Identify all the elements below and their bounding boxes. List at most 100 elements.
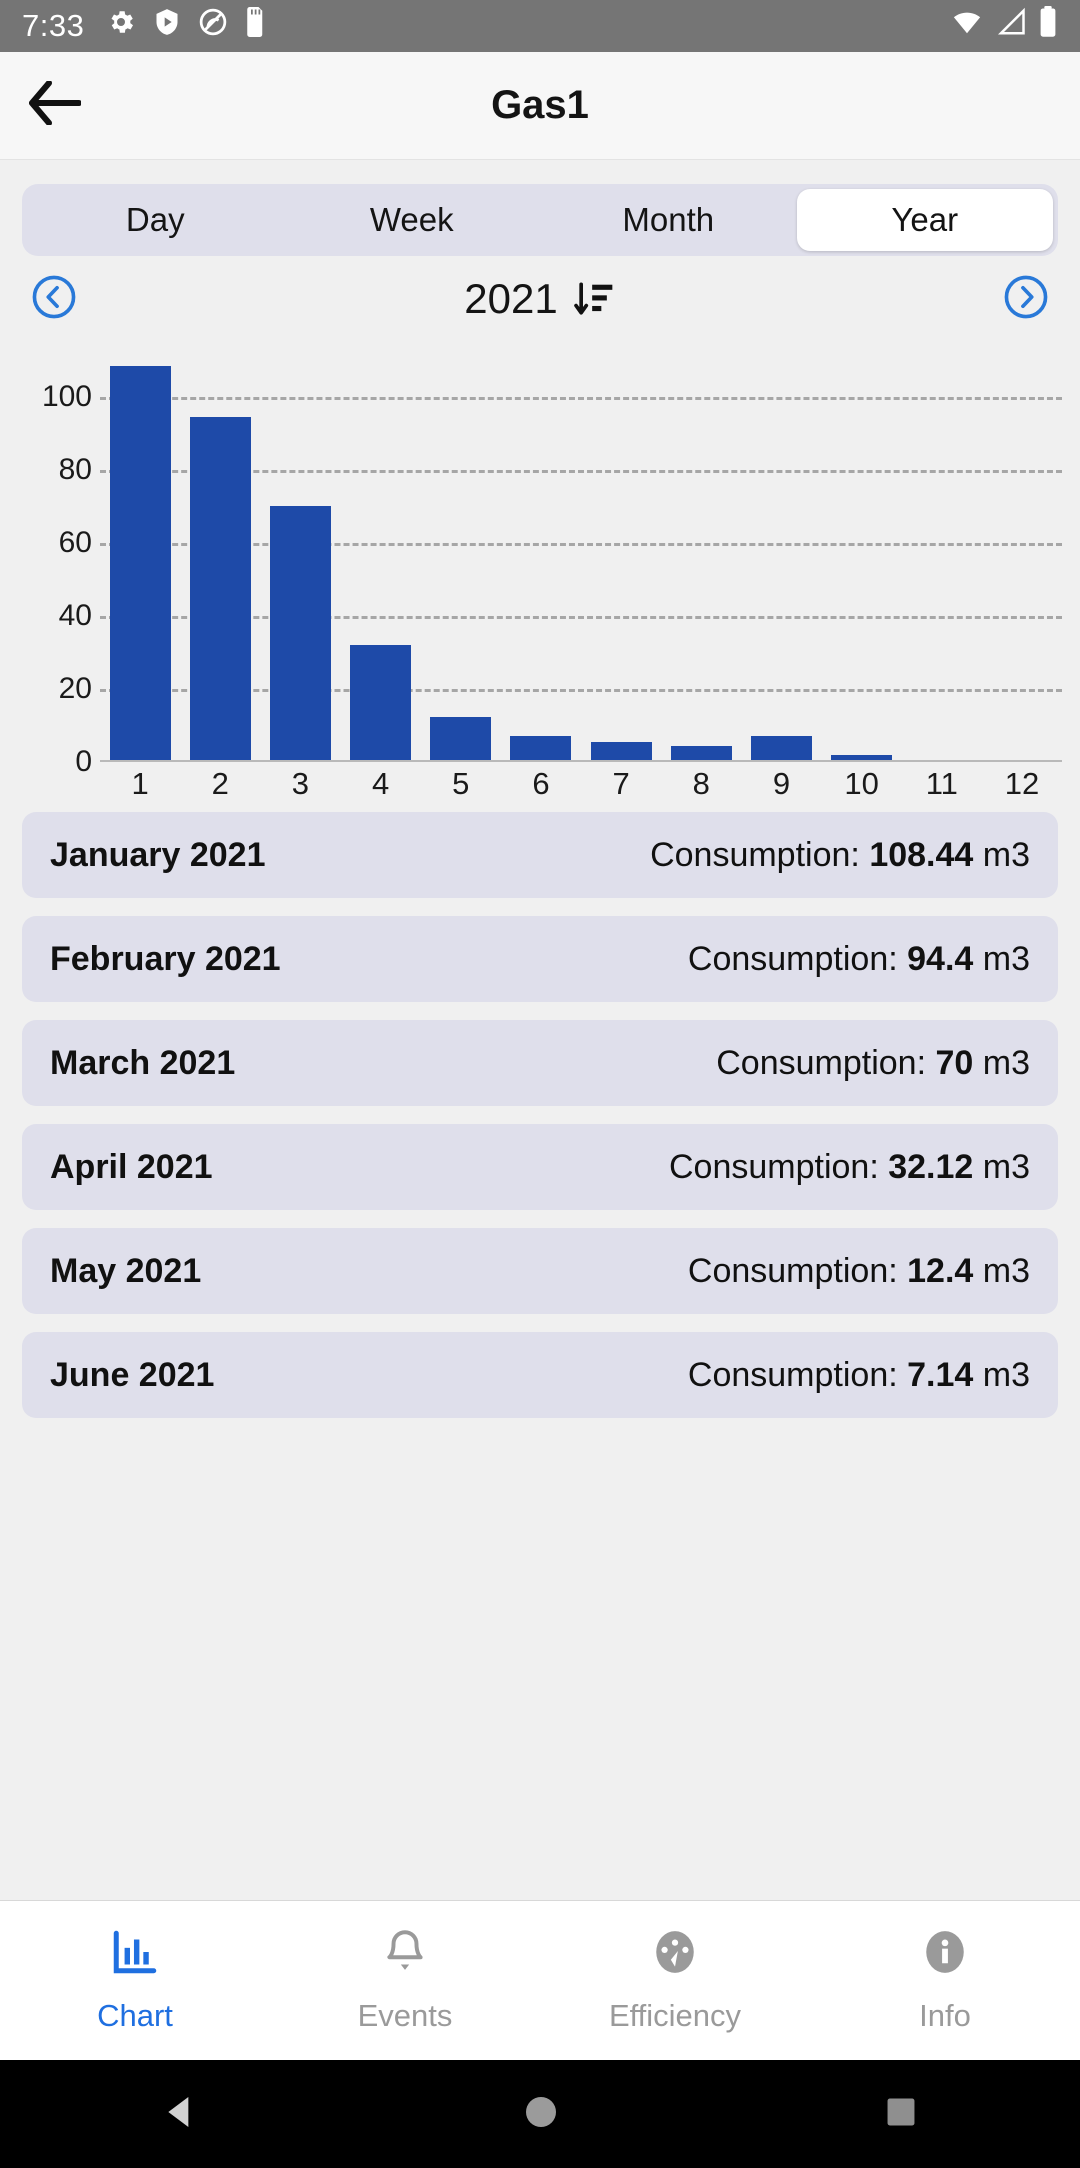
bar-chart-icon <box>110 1927 160 1982</box>
home-circle-icon[interactable] <box>521 2092 561 2137</box>
list-item[interactable]: February 2021 Consumption: 94.4 m3 <box>22 916 1058 1002</box>
y-axis-tick: 20 <box>58 671 92 705</box>
chart-bar-slot[interactable] <box>260 342 340 762</box>
list-item[interactable]: April 2021 Consumption: 32.12 m3 <box>22 1124 1058 1210</box>
tab-day[interactable]: Day <box>27 189 284 251</box>
nav-label-chart: Chart <box>97 1998 173 2033</box>
chart-bar[interactable] <box>590 741 652 762</box>
chart-y-axis: 0 20 40 60 80 100 <box>0 342 100 778</box>
gauge-icon <box>650 1927 700 1982</box>
recents-square-icon[interactable] <box>882 2093 920 2136</box>
status-bar: 7:33 <box>0 0 1080 52</box>
tab-month[interactable]: Month <box>540 189 797 251</box>
page-title: Gas1 <box>491 83 589 127</box>
x-axis-tick: 8 <box>692 766 710 801</box>
sort-descending-icon[interactable] <box>572 277 616 321</box>
chart-bar[interactable] <box>751 736 812 762</box>
list-item[interactable]: June 2021 Consumption: 7.14 m3 <box>22 1332 1058 1418</box>
status-bar-clock: 7:33 <box>22 8 85 43</box>
nav-label-info: Info <box>919 1998 971 2033</box>
back-arrow-icon <box>29 80 82 130</box>
x-axis-tick: 12 <box>1004 766 1040 801</box>
android-system-navigation <box>0 2060 1080 2168</box>
chart-bar[interactable] <box>109 365 171 762</box>
nav-item-events[interactable]: Events <box>270 1927 540 2034</box>
list-item-month: May 2021 <box>50 1251 202 1290</box>
period-selector-wrap: Day Week Month Year <box>0 160 1080 256</box>
chart-bar[interactable] <box>350 644 412 762</box>
app-bar: Gas1 <box>0 52 1080 160</box>
chart-bar-slot[interactable] <box>100 342 180 762</box>
back-button[interactable] <box>0 80 110 130</box>
list-item-consumption: Consumption: 108.44 m3 <box>650 835 1030 874</box>
main-content: Day Week Month Year 2021 0 20 40 60 80 1… <box>0 160 1080 1900</box>
chart-plot-area <box>100 342 1062 762</box>
chart-bar-slot[interactable] <box>341 342 421 762</box>
list-item-consumption: Consumption: 7.14 m3 <box>687 1355 1030 1394</box>
tab-year[interactable]: Year <box>796 189 1053 251</box>
y-axis-tick: 60 <box>58 525 92 559</box>
list-item-month: March 2021 <box>50 1043 236 1082</box>
info-icon <box>920 1927 970 1982</box>
list-item-month: June 2021 <box>50 1355 215 1394</box>
chart-bar-slot[interactable] <box>822 342 902 762</box>
next-year-button[interactable] <box>1002 275 1050 323</box>
list-item[interactable]: May 2021 Consumption: 12.4 m3 <box>22 1228 1058 1314</box>
nav-item-info[interactable]: Info <box>810 1927 1080 2034</box>
list-item-consumption: Consumption: 12.4 m3 <box>687 1251 1030 1290</box>
chart-bar[interactable] <box>189 417 251 762</box>
x-axis-tick: 7 <box>612 766 630 801</box>
chart-bar-slot[interactable] <box>741 342 821 762</box>
chart-x-axis: 1 2 3 4 5 6 7 8 9 10 11 12 <box>100 766 1062 802</box>
previous-year-button[interactable] <box>30 275 78 323</box>
chart-bar[interactable] <box>510 735 572 762</box>
x-axis-tick: 1 <box>131 766 149 801</box>
y-axis-tick: 100 <box>41 379 92 413</box>
back-triangle-icon[interactable] <box>160 2092 200 2137</box>
x-axis-tick: 3 <box>291 766 310 801</box>
chart-bar[interactable] <box>430 716 492 762</box>
x-axis-tick: 6 <box>532 766 550 801</box>
chart-bar-slot[interactable] <box>982 342 1062 762</box>
list-item-consumption: Consumption: 94.4 m3 <box>687 939 1030 978</box>
bottom-navigation: Chart Events Efficiency Info <box>0 1900 1080 2060</box>
list-item[interactable]: January 2021 Consumption: 108.44 m3 <box>22 812 1058 898</box>
chart-bar[interactable] <box>269 506 331 762</box>
year-value: 2021 <box>464 275 558 322</box>
chart-bar-slot[interactable] <box>501 342 581 762</box>
tab-week[interactable]: Week <box>284 189 541 251</box>
list-item-consumption: Consumption: 70 m3 <box>716 1043 1030 1082</box>
chart-bar-slot[interactable] <box>421 342 501 762</box>
x-axis-tick: 9 <box>772 766 791 801</box>
y-axis-tick: 80 <box>58 452 92 486</box>
chevron-left-circle-icon <box>31 274 77 325</box>
y-axis-tick: 40 <box>58 598 92 632</box>
monthly-consumption-list: January 2021 Consumption: 108.44 m3 Februa… <box>0 812 1080 1418</box>
x-axis-tick: 4 <box>371 766 390 801</box>
nav-item-chart[interactable]: Chart <box>0 1927 270 2034</box>
no-sound-icon <box>198 7 228 45</box>
x-axis-tick: 5 <box>452 766 470 801</box>
year-navigation: 2021 <box>0 256 1080 342</box>
chart-bars <box>100 342 1062 762</box>
bell-icon <box>380 1927 430 1982</box>
status-bar-system-icons <box>950 6 1058 46</box>
nav-item-efficiency[interactable]: Efficiency <box>540 1927 810 2034</box>
list-item[interactable]: March 2021 Consumption: 70 m3 <box>22 1020 1058 1106</box>
period-segmented-control[interactable]: Day Week Month Year <box>22 184 1058 256</box>
chevron-right-circle-icon <box>1003 274 1049 325</box>
play-shield-icon <box>153 7 181 45</box>
year-display: 2021 <box>0 275 1080 323</box>
x-axis-tick: 2 <box>211 766 229 801</box>
chart-bar-slot[interactable] <box>902 342 982 762</box>
chart-bar-slot[interactable] <box>180 342 260 762</box>
sd-card-icon <box>245 7 267 45</box>
x-axis-tick: 10 <box>844 766 879 801</box>
gear-icon <box>106 7 136 45</box>
y-axis-tick: 0 <box>75 745 92 778</box>
chart-bar-slot[interactable] <box>581 342 661 762</box>
wifi-icon <box>950 7 984 45</box>
chart-baseline <box>100 760 1062 762</box>
list-item-month: January 2021 <box>50 835 266 874</box>
chart-bar-slot[interactable] <box>661 342 741 762</box>
